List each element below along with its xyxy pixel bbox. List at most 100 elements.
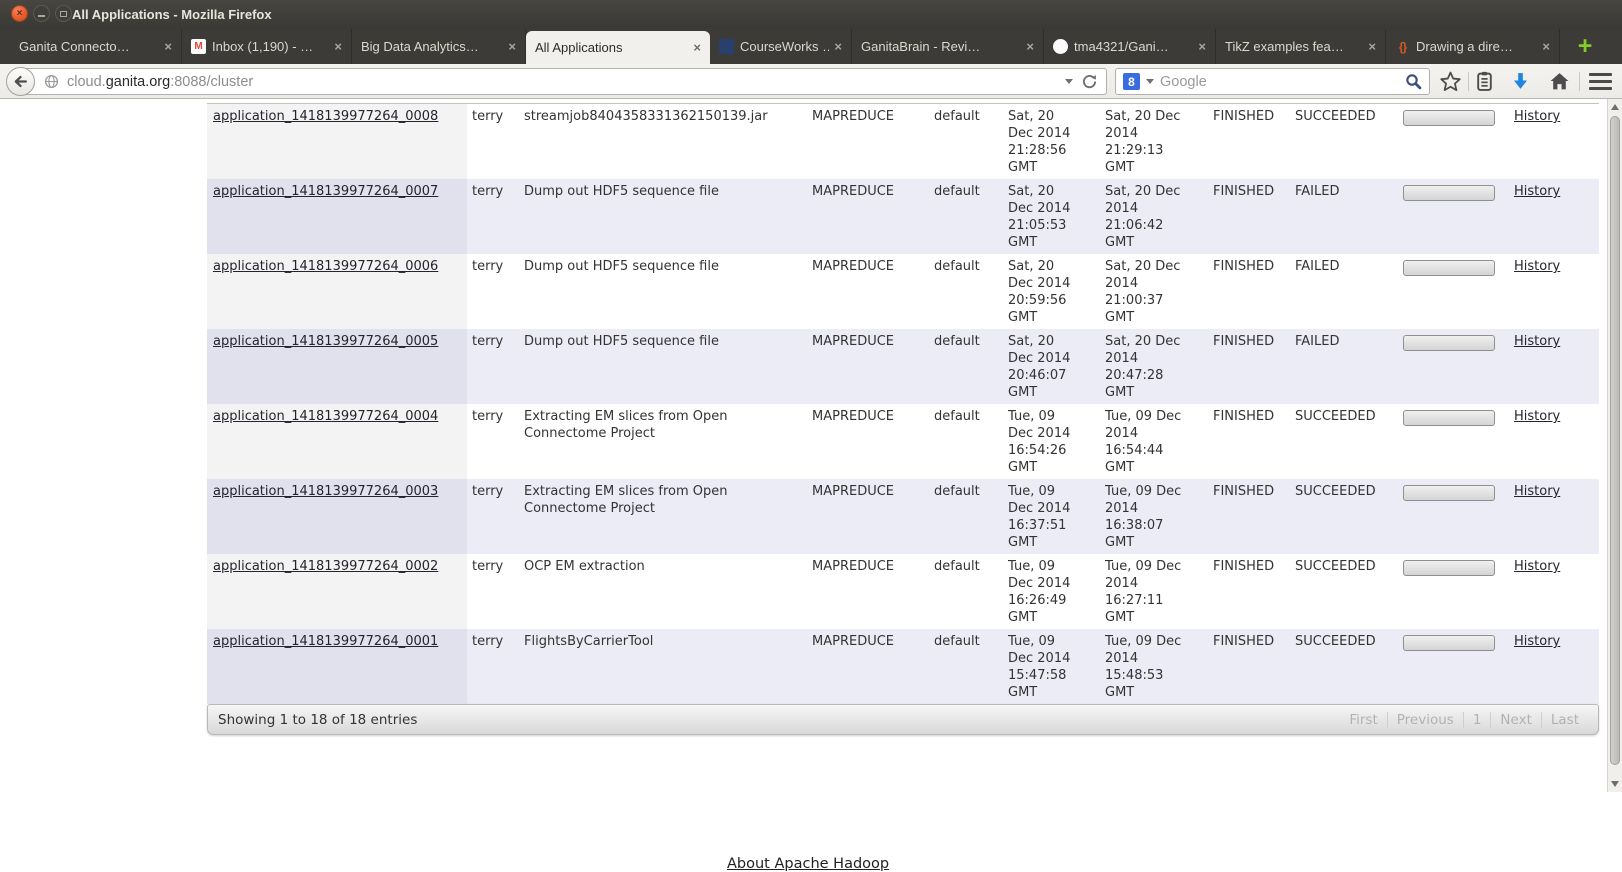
tab-close-icon[interactable]: ×: [508, 39, 516, 54]
state-cell: FINISHED: [1213, 484, 1275, 499]
start-time-cell: Sat, 20 Dec 2014 20:46:07 GMT: [1008, 334, 1071, 400]
progress-cell: [1398, 404, 1504, 479]
name-cell: Extracting EM slices from Open Connectom…: [524, 484, 728, 516]
progress-bar: [1403, 335, 1495, 351]
progress-bar: [1403, 560, 1495, 576]
application-type-cell: MAPREDUCE: [812, 484, 895, 499]
application-link[interactable]: application_1418139977264_0006: [213, 259, 438, 274]
application-type-cell: MAPREDUCE: [812, 259, 895, 274]
application-type-cell: MAPREDUCE: [812, 109, 895, 124]
history-link[interactable]: History: [1514, 559, 1560, 574]
bookmark-star-icon[interactable]: [1440, 71, 1461, 92]
name-cell: streamjob8404358331362150139.jar: [524, 109, 768, 124]
tab-close-icon[interactable]: ×: [834, 39, 842, 54]
search-engine-icon[interactable]: 8: [1123, 73, 1140, 90]
home-icon[interactable]: [1549, 71, 1570, 92]
name-cell: Extracting EM slices from Open Connectom…: [524, 409, 728, 441]
window-title: All Applications - Mozilla Firefox: [72, 7, 272, 22]
browser-tab-4[interactable]: CourseWorks … ×: [710, 29, 852, 64]
start-time-cell: Sat, 20 Dec 2014 20:59:56 GMT: [1008, 259, 1071, 325]
application-link[interactable]: application_1418139977264_0008: [213, 109, 438, 124]
application-link[interactable]: application_1418139977264_0003: [213, 484, 438, 499]
table-row: application_1418139977264_0001 terry Fli…: [207, 629, 1599, 704]
application-type-cell: MAPREDUCE: [812, 334, 895, 349]
application-link[interactable]: application_1418139977264_0004: [213, 409, 438, 424]
tab-close-icon[interactable]: ×: [1368, 39, 1376, 54]
new-tab-button[interactable]: +: [1568, 29, 1602, 64]
history-link[interactable]: History: [1514, 484, 1560, 499]
tracking-cell: History: [1504, 254, 1599, 329]
url-bar[interactable]: cloud.ganita.org:8088/cluster: [21, 68, 1107, 95]
queue-cell: default: [934, 184, 980, 199]
search-engine-dropdown-icon[interactable]: [1146, 79, 1154, 84]
finish-time-cell: Sat, 20 Dec 2014 21:06:42 GMT: [1105, 184, 1181, 250]
final-status-cell: SUCCEEDED: [1295, 484, 1376, 499]
table-row: application_1418139977264_0004 terry Ext…: [207, 404, 1599, 479]
reload-icon[interactable]: [1082, 74, 1097, 89]
pagination-previous[interactable]: Previous: [1386, 711, 1463, 728]
pagination-last[interactable]: Last: [1540, 711, 1588, 728]
scrollbar-thumb[interactable]: [1610, 116, 1620, 765]
search-bar[interactable]: 8 Google: [1115, 68, 1430, 95]
vertical-scrollbar[interactable]: [1607, 99, 1622, 792]
application-type-cell: MAPREDUCE: [812, 634, 895, 649]
pagination-first[interactable]: First: [1340, 712, 1386, 728]
history-link[interactable]: History: [1514, 634, 1560, 649]
application-link[interactable]: application_1418139977264_0005: [213, 334, 438, 349]
queue-cell: default: [934, 484, 980, 499]
tab-close-icon[interactable]: ×: [1026, 39, 1034, 54]
tab-close-icon[interactable]: ×: [1198, 39, 1206, 54]
browser-tab-2[interactable]: Big Data Analytics… ×: [352, 29, 526, 64]
browser-tab-6[interactable]: tma4321/Gani… ×: [1044, 29, 1216, 64]
history-link[interactable]: History: [1514, 259, 1560, 274]
browser-tab-7[interactable]: TikZ examples fea… ×: [1216, 29, 1386, 64]
progress-bar: [1403, 260, 1495, 276]
search-icon[interactable]: [1405, 73, 1422, 90]
table-row: application_1418139977264_0002 terry OCP…: [207, 554, 1599, 629]
entries-info: Showing 1 to 18 of 18 entries: [218, 711, 418, 728]
user-cell: terry: [472, 109, 504, 124]
history-link[interactable]: History: [1514, 334, 1560, 349]
application-link[interactable]: application_1418139977264_0002: [213, 559, 438, 574]
window-minimize-button[interactable]: [33, 5, 50, 22]
state-cell: FINISHED: [1213, 109, 1275, 124]
bookmarks-list-icon[interactable]: [1474, 71, 1495, 92]
history-link[interactable]: History: [1514, 184, 1560, 199]
history-link[interactable]: History: [1514, 409, 1560, 424]
tab-close-icon[interactable]: ×: [164, 39, 172, 54]
tab-close-icon[interactable]: ×: [693, 40, 701, 55]
progress-cell: [1398, 629, 1504, 704]
browser-tab-0[interactable]: Ganita Connecto… ×: [10, 29, 182, 64]
queue-cell: default: [934, 634, 980, 649]
browser-tab-8[interactable]: Drawing a dire… ×: [1386, 29, 1560, 64]
pagination-next[interactable]: Next: [1490, 711, 1540, 728]
browser-tab-1[interactable]: Inbox (1,190) - … ×: [182, 29, 352, 64]
window-maximize-button[interactable]: [55, 5, 72, 22]
application-link[interactable]: application_1418139977264_0007: [213, 184, 438, 199]
application-link[interactable]: application_1418139977264_0001: [213, 634, 438, 649]
state-cell: FINISHED: [1213, 559, 1275, 574]
url-dropdown-icon[interactable]: [1065, 79, 1073, 84]
downloads-icon[interactable]: [1510, 71, 1531, 92]
browser-tab-3[interactable]: All Applications ×: [526, 31, 710, 64]
scroll-up-icon[interactable]: [1608, 100, 1622, 114]
browser-tab-5[interactable]: GanitaBrain - Revi… ×: [852, 29, 1044, 64]
progress-cell: [1398, 329, 1504, 404]
search-input[interactable]: Google: [1160, 74, 1405, 90]
pagination-1[interactable]: 1: [1462, 711, 1491, 728]
url-text: cloud.ganita.org:8088/cluster: [67, 74, 253, 90]
back-button[interactable]: [6, 67, 35, 96]
about-hadoop-link[interactable]: About Apache Hadoop: [727, 856, 889, 872]
window-close-button[interactable]: ×: [11, 5, 28, 22]
finish-time-cell: Tue, 09 Dec 2014 16:27:11 GMT: [1105, 559, 1182, 625]
tab-close-icon[interactable]: ×: [1542, 39, 1550, 54]
pagination: First Previous 1 Next Last: [1340, 711, 1588, 728]
menu-icon[interactable]: [1589, 73, 1612, 90]
application-id-cell: application_1418139977264_0005: [207, 329, 467, 404]
history-link[interactable]: History: [1514, 109, 1560, 124]
page-content: application_1418139977264_0008 terry str…: [0, 99, 1622, 872]
tab-close-icon[interactable]: ×: [334, 39, 342, 54]
application-id-cell: application_1418139977264_0006: [207, 254, 467, 329]
finish-time-cell: Sat, 20 Dec 2014 20:47:28 GMT: [1105, 334, 1181, 400]
scroll-down-icon[interactable]: [1608, 777, 1622, 791]
